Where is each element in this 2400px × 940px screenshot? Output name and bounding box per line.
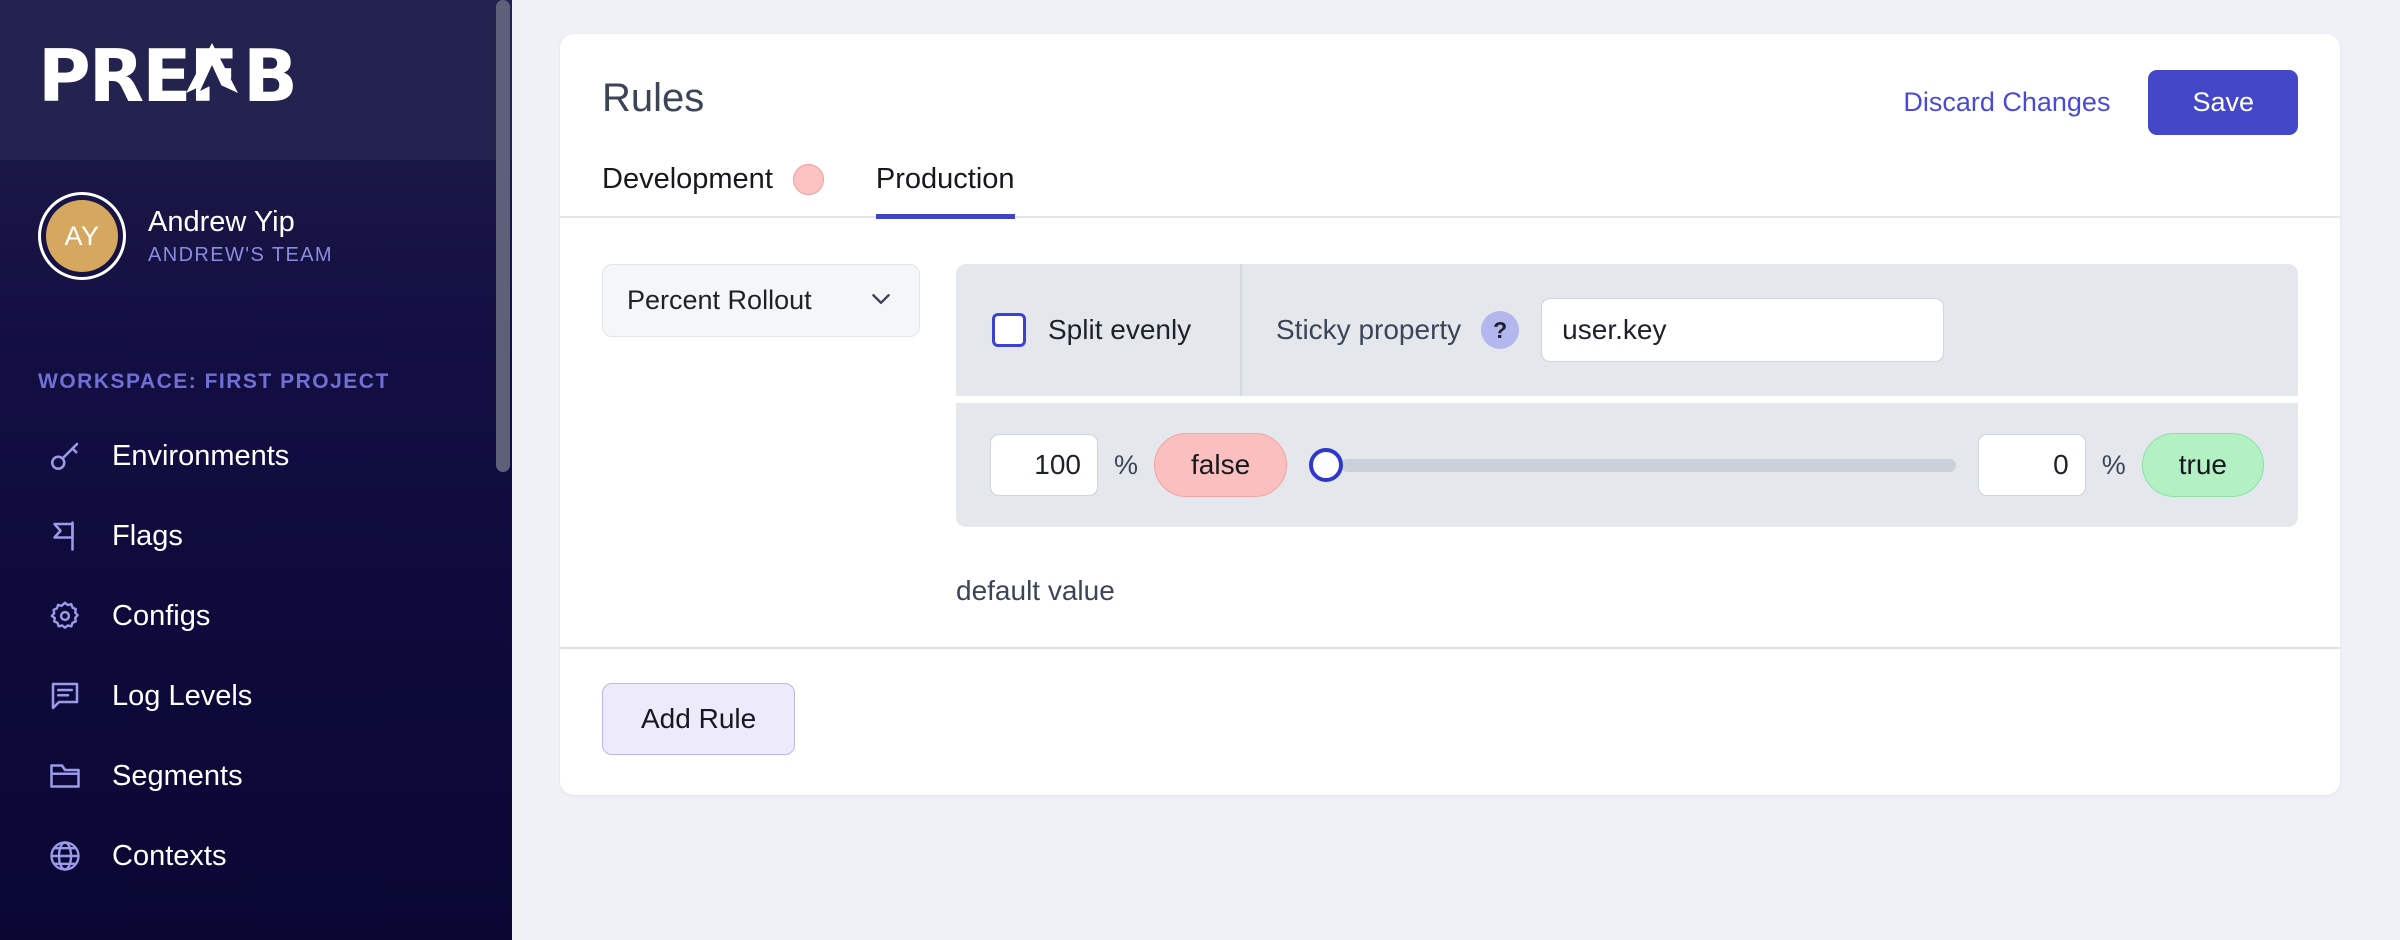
sidebar-nav: Environments Flags Configs Log Levels Se…	[0, 416, 512, 896]
default-value-label: default value	[956, 575, 1115, 606]
help-icon[interactable]: ?	[1481, 311, 1520, 349]
rule-card: Split evenly Sticky property ? % fal	[956, 264, 2298, 607]
unsaved-changes-dot-icon	[792, 164, 824, 195]
sidebar-item-configs[interactable]: Configs	[0, 576, 512, 656]
save-button[interactable]: Save	[2148, 70, 2298, 135]
key-icon	[44, 435, 86, 477]
left-percent-input[interactable]	[990, 434, 1098, 496]
sidebar: PREF B PREFAB AY Andrew Yip ANDREW'S TEA…	[0, 0, 512, 940]
sidebar-item-log-levels[interactable]: Log Levels	[0, 656, 512, 736]
tab-label: Development	[602, 163, 773, 195]
slider-track[interactable]	[1341, 458, 1956, 472]
avatar: AY	[38, 192, 126, 280]
workspace-label: WORKSPACE: FIRST PROJECT	[38, 370, 390, 393]
sidebar-item-flags[interactable]: Flags	[0, 496, 512, 576]
panel-header: Rules Discard Changes Save	[560, 34, 2340, 135]
user-name: Andrew Yip	[148, 206, 295, 239]
globe-icon	[44, 835, 86, 877]
rule-row: Percent Rollout Split evenly Sticky prop…	[602, 264, 2298, 607]
rollout-slider[interactable]	[1309, 445, 1956, 485]
sidebar-item-label: Flags	[112, 519, 183, 552]
sidebar-item-label: Configs	[112, 599, 211, 632]
prefab-logo-icon: PREF B	[38, 35, 298, 118]
right-variant-pill[interactable]: true	[2141, 433, 2264, 497]
rules-body: Percent Rollout Split evenly Sticky prop…	[560, 218, 2340, 647]
user-team: ANDREW'S TEAM	[148, 243, 333, 266]
add-rule-button[interactable]: Add Rule	[602, 683, 796, 755]
rollout-type-select[interactable]: Percent Rollout	[602, 264, 920, 337]
panel-footer: Add Rule	[560, 647, 2340, 795]
tab-label: Production	[875, 163, 1015, 195]
split-evenly-cell: Split evenly	[956, 264, 1242, 396]
sidebar-scrollbar-thumb[interactable]	[496, 0, 510, 472]
sidebar-item-segments[interactable]: Segments	[0, 736, 512, 816]
logo-block: PREF B PREFAB	[0, 0, 512, 160]
svg-text:B: B	[243, 35, 296, 118]
page-title: Rules	[602, 76, 705, 120]
rollout-options-row: Split evenly Sticky property ?	[956, 264, 2298, 403]
sidebar-item-environments[interactable]: Environments	[0, 416, 512, 496]
sidebar-item-label: Log Levels	[112, 679, 253, 712]
chat-bubble-icon	[44, 675, 86, 717]
sidebar-item-contexts[interactable]: Contexts	[0, 816, 512, 896]
rollout-slider-row: % false % true	[956, 403, 2298, 527]
user-meta: Andrew Yip ANDREW'S TEAM	[148, 205, 333, 267]
main-content: Rules Discard Changes Save Development P…	[512, 0, 2400, 940]
header-actions: Discard Changes Save	[1899, 70, 2298, 135]
avatar-initials: AY	[46, 200, 118, 272]
folder-icon	[44, 755, 86, 797]
sticky-property-label: Sticky property	[1276, 314, 1462, 345]
rollout-type-select-wrap: Percent Rollout	[602, 264, 920, 337]
sidebar-item-label: Contexts	[112, 839, 227, 872]
left-variant-pill[interactable]: false	[1154, 433, 1288, 497]
split-evenly-label: Split evenly	[1048, 314, 1192, 345]
environment-tabs: Development Production	[560, 135, 2340, 219]
user-block[interactable]: AY Andrew Yip ANDREW'S TEAM	[0, 160, 512, 314]
flag-icon	[44, 515, 86, 557]
gear-icon	[44, 595, 86, 637]
rules-panel: Rules Discard Changes Save Development P…	[560, 34, 2340, 795]
sidebar-item-label: Environments	[112, 439, 290, 472]
tab-development[interactable]: Development	[602, 163, 824, 219]
discard-changes-button[interactable]: Discard Changes	[1899, 77, 2114, 128]
tab-production[interactable]: Production	[875, 163, 1015, 219]
split-evenly-checkbox[interactable]	[992, 313, 1026, 347]
percent-rollout-grid: Split evenly Sticky property ? % fal	[956, 264, 2298, 527]
right-percent-input[interactable]	[1977, 434, 2086, 496]
sticky-property-input[interactable]	[1541, 298, 1945, 362]
prefab-logo[interactable]: PREF B PREFAB	[38, 35, 368, 125]
sidebar-item-label: Segments	[112, 759, 243, 792]
left-percent-sign: %	[1114, 449, 1139, 480]
right-percent-sign: %	[2101, 449, 2126, 480]
sticky-property-cell: Sticky property ?	[1242, 264, 2298, 396]
slider-handle[interactable]	[1309, 448, 1344, 482]
